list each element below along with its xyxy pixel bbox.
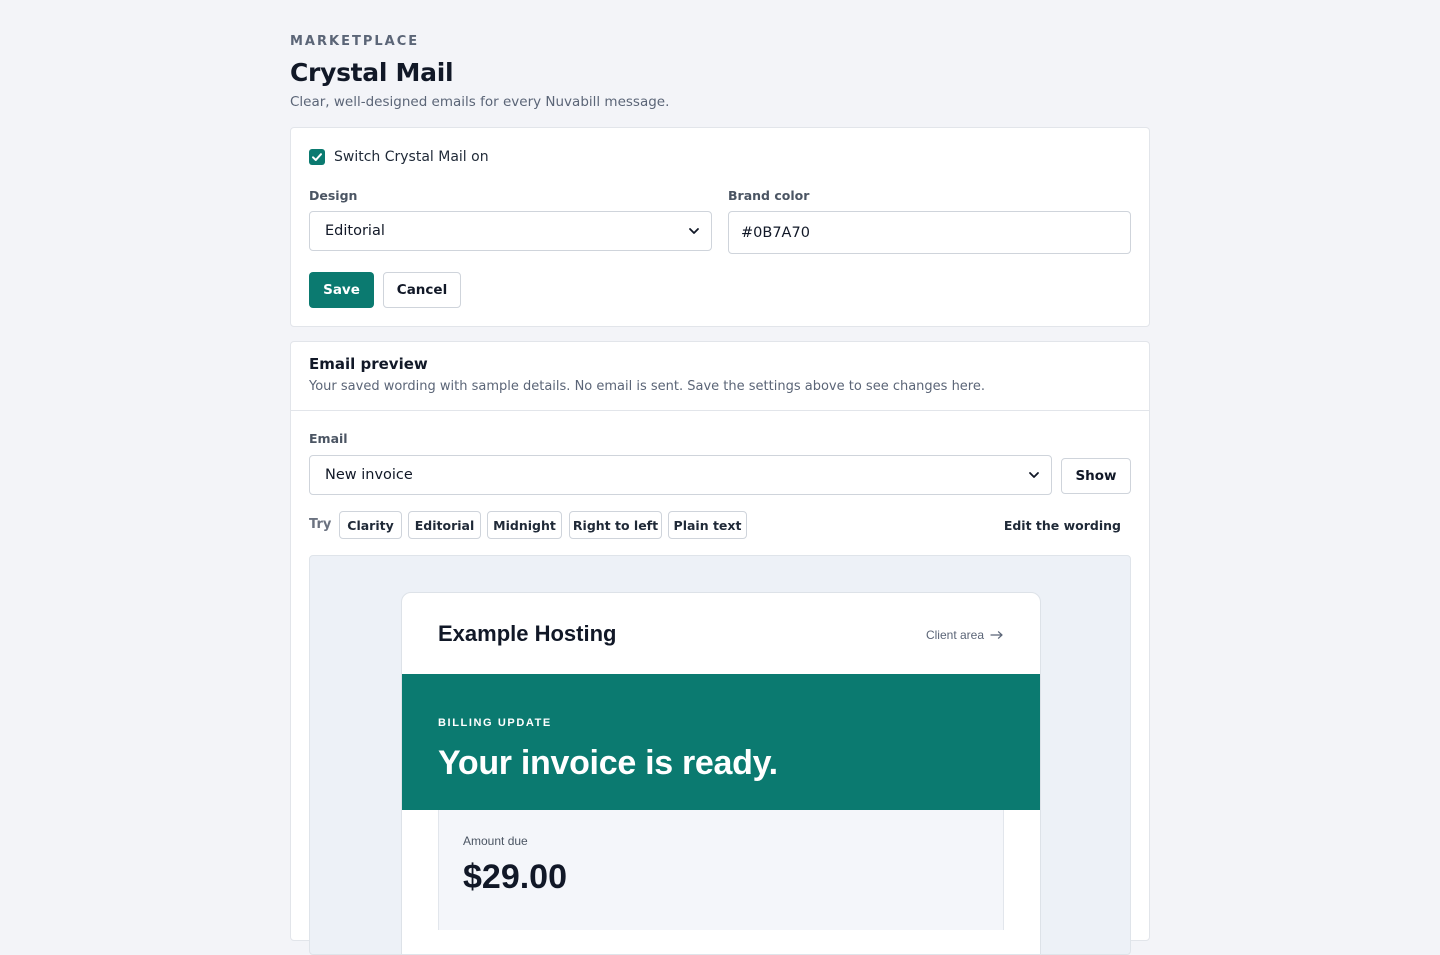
- checkmark-icon: [312, 153, 322, 161]
- brand-color-input[interactable]: #0B7A70: [728, 211, 1131, 254]
- brand-color-value: #0B7A70: [741, 224, 810, 241]
- settings-card: Switch Crystal Mail on Design Editorial …: [290, 127, 1150, 327]
- save-button[interactable]: Save: [309, 272, 374, 308]
- email-label: Email: [309, 431, 348, 446]
- chip-editorial[interactable]: Editorial: [408, 511, 481, 539]
- hero-title: Your invoice is ready.: [438, 744, 778, 782]
- show-button[interactable]: Show: [1061, 458, 1131, 494]
- try-label: Try: [309, 517, 332, 532]
- hero-eyebrow: BILLING UPDATE: [438, 717, 552, 729]
- email-brand: Example Hosting: [438, 621, 617, 646]
- chevron-down-icon: [1029, 472, 1039, 478]
- client-area-link[interactable]: Client area: [926, 628, 1004, 642]
- amount-label: Amount due: [463, 834, 528, 848]
- email-select[interactable]: New invoice: [309, 455, 1052, 495]
- preview-title: Email preview: [309, 355, 428, 373]
- page-subtitle: Clear, well-designed emails for every Nu…: [290, 94, 670, 110]
- preview-description: Your saved wording with sample details. …: [309, 379, 985, 394]
- client-area-label: Client area: [925, 628, 984, 642]
- cancel-button[interactable]: Cancel: [383, 272, 461, 308]
- page-eyebrow: MARKETPLACE: [290, 34, 420, 49]
- enable-row[interactable]: Switch Crystal Mail on: [309, 149, 489, 165]
- email-preview-canvas: Example Hosting Client area BILLING UPDA…: [309, 555, 1131, 955]
- email-message: Example Hosting Client area BILLING UPDA…: [401, 592, 1041, 954]
- enable-checkbox[interactable]: [309, 149, 325, 165]
- chip-plain-text[interactable]: Plain text: [668, 511, 747, 539]
- enable-label: Switch Crystal Mail on: [334, 149, 489, 165]
- amount-value: $29.00: [463, 858, 567, 896]
- brand-color-label: Brand color: [728, 188, 810, 203]
- edit-wording-link[interactable]: Edit the wording: [1004, 518, 1121, 533]
- design-select[interactable]: Editorial: [309, 211, 712, 251]
- chip-midnight[interactable]: Midnight: [487, 511, 562, 539]
- chip-right-to-left[interactable]: Right to left: [569, 511, 662, 539]
- chip-clarity[interactable]: Clarity: [339, 511, 402, 539]
- preview-card: Email preview Your saved wording with sa…: [290, 341, 1150, 955]
- amount-box: Amount due $29.00: [438, 810, 1004, 930]
- page-title: Crystal Mail: [290, 58, 454, 87]
- preview-divider: [291, 410, 1149, 411]
- design-label: Design: [309, 188, 358, 203]
- chevron-down-icon: [689, 228, 699, 234]
- arrow-right-icon: [990, 631, 1003, 639]
- design-select-value: Editorial: [325, 223, 385, 239]
- email-select-value: New invoice: [325, 467, 413, 483]
- email-hero: BILLING UPDATE Your invoice is ready.: [402, 674, 1040, 810]
